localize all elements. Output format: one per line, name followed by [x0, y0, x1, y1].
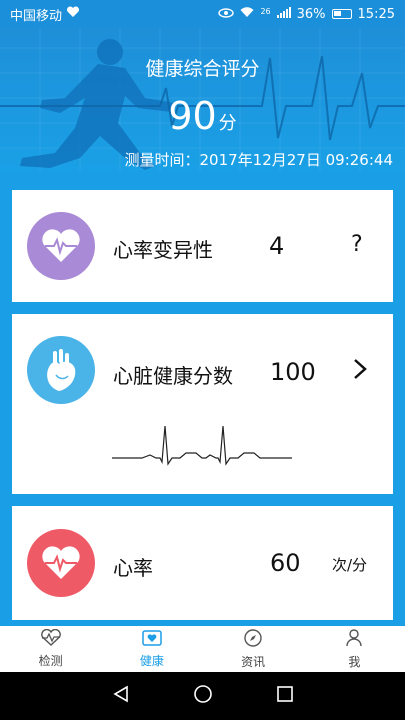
hrv-label: 心率变异性 — [113, 238, 213, 262]
recents-icon[interactable] — [276, 685, 294, 707]
home-icon[interactable] — [193, 684, 213, 708]
heart-rate-label: 心率 — [113, 556, 153, 580]
network-type: 26 — [260, 6, 271, 16]
tab-detect-label: 检测 — [38, 654, 63, 668]
person-icon — [344, 628, 364, 651]
compass-icon — [243, 628, 263, 651]
eye-icon — [218, 7, 235, 22]
chevron-right-icon[interactable] — [351, 358, 369, 386]
tab-news[interactable]: 资讯 — [203, 626, 304, 672]
score-value: 90 — [168, 94, 217, 138]
heart-rate-icon — [27, 529, 95, 597]
tab-me[interactable]: 我 — [304, 626, 405, 672]
bottom-navigation: 检测 健康 资讯 我 — [0, 626, 405, 672]
heart-health-value: 100 — [270, 358, 316, 386]
system-navigation-bar — [0, 672, 405, 720]
health-tab-icon — [141, 629, 163, 650]
heart-rate-card[interactable]: 心率 60 次/分 — [12, 506, 393, 620]
score-unit: 分 — [218, 113, 237, 134]
heart-pulse-icon — [27, 212, 95, 280]
status-bar: 中国移动 26 36% 15:25 — [0, 0, 405, 28]
tab-news-label: 资讯 — [241, 655, 266, 669]
measure-time: 测量时间：2017年12月27日 09:26:44 — [124, 151, 394, 169]
tab-health[interactable]: 健康 — [101, 626, 202, 672]
wifi-icon — [240, 6, 254, 22]
tab-health-label: 健康 — [139, 654, 164, 668]
heart-monitor-icon — [40, 628, 62, 650]
ecg-waveform-graphic — [112, 425, 292, 466]
heart-health-label: 心脏健康分数 — [113, 364, 233, 388]
battery-icon — [331, 9, 352, 19]
header-title: 健康综合评分 — [145, 58, 260, 80]
heart-rate-unit: 次/分 — [332, 556, 368, 574]
battery-percent: 36% — [296, 6, 326, 22]
anatomical-heart-icon — [27, 336, 95, 404]
help-icon[interactable]: ? — [351, 232, 363, 257]
carrier-name: 中国移动 — [10, 8, 63, 24]
hrv-card[interactable]: 心率变异性 4 ? — [12, 190, 393, 302]
clock: 15:25 — [357, 6, 395, 22]
heart-health-card[interactable]: 心脏健康分数 100 — [12, 314, 393, 494]
score-display: 90 分 — [0, 94, 405, 138]
tab-me-label: 我 — [348, 655, 361, 669]
signal-icon — [276, 6, 291, 22]
health-score-header: 健康综合评分 90 分 测量时间：2017年12月27日 09:26:44 — [0, 28, 405, 171]
heart-status-icon — [66, 6, 80, 22]
heart-rate-value: 60 — [270, 549, 301, 577]
tab-detect[interactable]: 检测 — [0, 626, 101, 672]
hrv-value: 4 — [269, 232, 285, 260]
back-icon[interactable] — [112, 685, 130, 707]
